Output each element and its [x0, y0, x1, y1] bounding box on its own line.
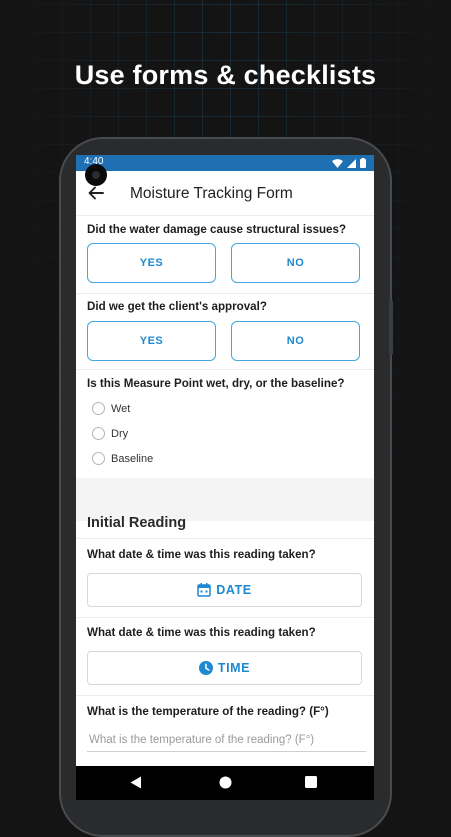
- front-camera: [85, 164, 107, 186]
- recents-square-icon[interactable]: [305, 776, 317, 788]
- cell-signal-icon: [347, 158, 356, 168]
- question-reading-time: What date & time was this reading taken?: [87, 626, 316, 639]
- battery-icon: [360, 158, 366, 168]
- divider: [76, 538, 374, 539]
- radio-label: Dry: [111, 427, 129, 440]
- status-bar: 4:40: [76, 155, 374, 171]
- divider: [76, 369, 374, 370]
- radio-label: Baseline: [111, 452, 154, 465]
- android-nav-bar: [76, 766, 374, 800]
- arrow-left-icon[interactable]: [86, 183, 106, 203]
- time-button-label: TIME: [217, 661, 251, 675]
- promo-headline: Use forms & checklists: [74, 60, 377, 90]
- date-picker-button[interactable]: DATE: [87, 573, 362, 607]
- radio-option-dry[interactable]: Dry: [92, 427, 128, 440]
- home-circle-icon[interactable]: [219, 776, 232, 789]
- question-temperature: What is the temperature of the reading? …: [87, 705, 329, 718]
- structural-yes-button[interactable]: YES: [87, 243, 216, 283]
- approval-yes-button[interactable]: YES: [87, 321, 216, 361]
- date-button-label: DATE: [216, 583, 252, 597]
- app-bar: Moisture Tracking Form: [76, 171, 374, 216]
- divider: [76, 695, 374, 696]
- phone-side-button: [389, 300, 393, 355]
- time-picker-button[interactable]: TIME: [87, 651, 362, 685]
- clock-icon: [198, 661, 213, 675]
- radio-option-wet[interactable]: Wet: [92, 402, 130, 415]
- phone-screen: 4:40 Moisture Tracking Form Did the wate…: [76, 155, 374, 800]
- calendar-icon: [197, 583, 211, 597]
- app-title: Moisture Tracking Form: [130, 185, 293, 202]
- question-reading-date: What date & time was this reading taken?: [87, 548, 316, 561]
- divider: [76, 293, 374, 294]
- approval-no-button[interactable]: NO: [231, 321, 360, 361]
- radio-option-baseline[interactable]: Baseline: [92, 452, 153, 465]
- radio-circle[interactable]: [92, 452, 105, 465]
- structural-no-button[interactable]: NO: [231, 243, 360, 283]
- back-triangle-icon[interactable]: [130, 776, 142, 789]
- radio-label: Wet: [111, 402, 131, 415]
- wifi-icon: [332, 158, 343, 168]
- divider: [76, 617, 374, 618]
- question-structural-issues: Did the water damage cause structural is…: [87, 223, 347, 236]
- question-client-approval: Did we get the client's approval?: [87, 300, 267, 313]
- section-title-initial-reading: Initial Reading: [87, 515, 187, 531]
- question-measure-point: Is this Measure Point wet, dry, or the b…: [87, 377, 345, 390]
- radio-circle[interactable]: [92, 427, 105, 440]
- radio-circle[interactable]: [92, 402, 105, 415]
- temperature-input[interactable]: [87, 729, 366, 752]
- status-icons: [332, 157, 366, 169]
